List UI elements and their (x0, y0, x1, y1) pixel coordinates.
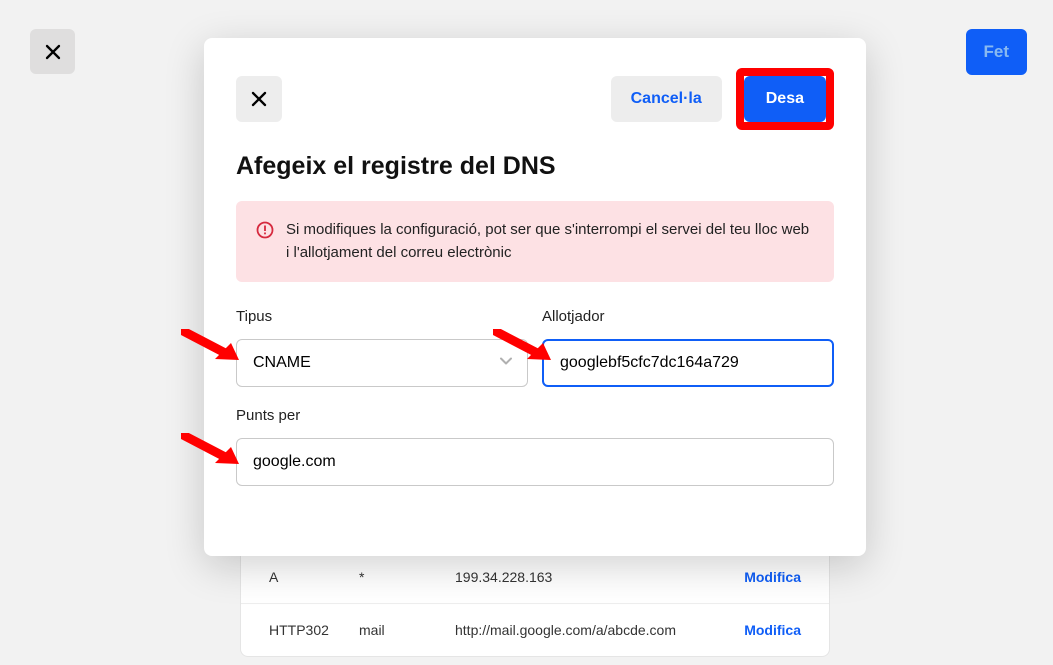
modify-link[interactable]: Modifica (744, 569, 801, 585)
warning-banner: Si modifiques la configuració, pot ser q… (236, 201, 834, 282)
modify-link[interactable]: Modifica (744, 622, 801, 638)
record-value: http://mail.google.com/a/abcde.com (455, 622, 721, 638)
modal-title: Afegeix el registre del DNS (236, 152, 834, 181)
record-type: A (269, 569, 359, 585)
annotation-arrow (493, 329, 555, 359)
warning-text: Si modifiques la configuració, pot ser q… (286, 221, 809, 261)
record-host: * (359, 569, 455, 585)
annotation-arrow (181, 329, 243, 359)
type-field-group: Tipus (236, 308, 528, 387)
record-value: 199.34.228.163 (455, 569, 721, 585)
host-label: Allotjador (542, 308, 834, 325)
add-dns-record-modal: Cancel·la Desa Afegeix el registre del D… (204, 38, 866, 556)
page-close-button[interactable] (30, 29, 75, 74)
table-row: HTTP302 mail http://mail.google.com/a/ab… (241, 604, 829, 656)
cancel-button[interactable]: Cancel·la (611, 76, 722, 122)
host-input[interactable] (542, 339, 834, 387)
type-label: Tipus (236, 308, 528, 325)
record-type: HTTP302 (269, 622, 359, 638)
points-label: Punts per (236, 407, 834, 424)
points-input[interactable] (236, 438, 834, 486)
save-button[interactable]: Desa (744, 76, 826, 122)
annotation-arrow (181, 433, 243, 463)
points-field-group: Punts per (236, 407, 834, 486)
modal-header: Cancel·la Desa (236, 68, 834, 130)
record-host: mail (359, 622, 455, 638)
host-field-group: Allotjador (542, 308, 834, 387)
close-icon (250, 90, 268, 108)
done-button[interactable]: Fet (966, 29, 1028, 75)
close-icon (44, 43, 62, 61)
type-select[interactable] (236, 339, 528, 387)
save-button-highlight: Desa (736, 68, 834, 130)
warning-icon (256, 221, 274, 239)
table-row: A * 199.34.228.163 Modifica (241, 551, 829, 604)
modal-close-button[interactable] (236, 76, 282, 122)
